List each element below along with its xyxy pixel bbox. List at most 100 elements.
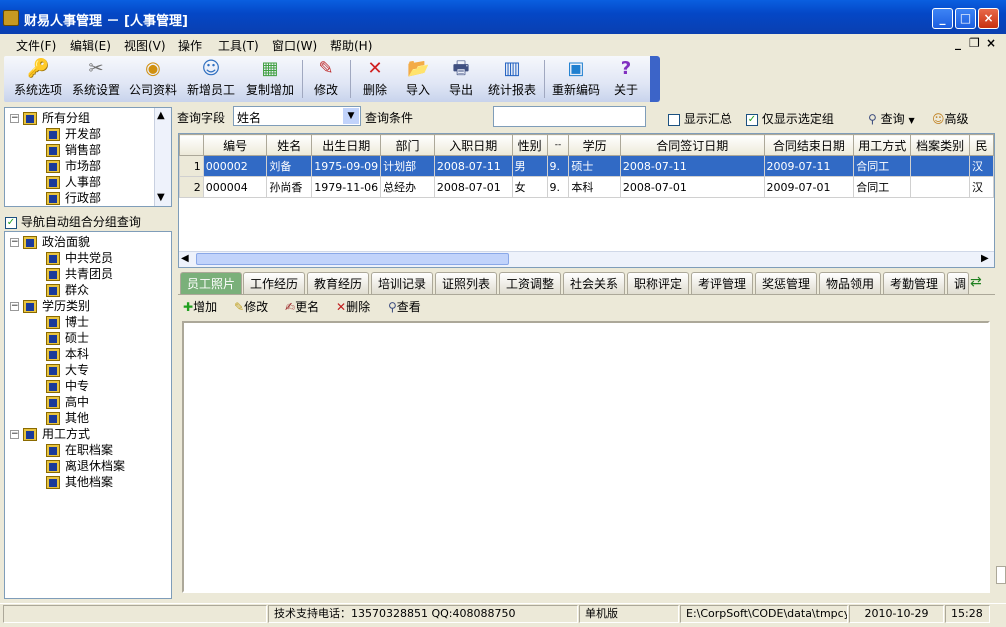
- tree-group[interactable]: − 学历类别: [10, 298, 90, 314]
- cell[interactable]: 2009-07-01: [763, 176, 855, 198]
- column-header[interactable]: 学历: [568, 134, 621, 156]
- tab-rewards[interactable]: 奖惩管理: [755, 272, 818, 294]
- mdi-minimize-button[interactable]: _: [955, 36, 961, 50]
- tree-item[interactable]: 高中: [46, 394, 89, 410]
- menu-tools[interactable]: 工具(T): [218, 37, 259, 54]
- query-field-select[interactable]: 姓名 ▼: [233, 106, 361, 126]
- menu-file[interactable]: 文件(F): [16, 37, 56, 54]
- company-info-button[interactable]: ◉ 公司资料: [127, 58, 179, 100]
- scrollbar-thumb[interactable]: [196, 253, 509, 265]
- cell[interactable]: [910, 176, 971, 198]
- menu-view[interactable]: 视图(V): [124, 37, 166, 54]
- tab-training[interactable]: 培训记录: [371, 272, 434, 294]
- collapse-icon[interactable]: −: [10, 114, 19, 123]
- detail-rename-button[interactable]: ✍更名: [285, 299, 319, 315]
- tab-education[interactable]: 教育经历: [307, 272, 370, 294]
- query-condition-input[interactable]: [493, 106, 646, 127]
- copy-add-button[interactable]: ▦ 复制增加: [244, 58, 296, 100]
- column-header[interactable]: 性别: [511, 134, 548, 156]
- menu-edit[interactable]: 编辑(E): [70, 37, 111, 54]
- column-header[interactable]: 用工方式: [853, 134, 912, 156]
- column-header[interactable]: 出生日期: [311, 134, 382, 156]
- system-settings-button[interactable]: ✂ 系统设置: [70, 58, 122, 100]
- mdi-restore-button[interactable]: ❐: [969, 36, 980, 50]
- export-button[interactable]: 🖶 导出: [443, 58, 479, 100]
- cell[interactable]: 2009-07-11: [763, 155, 855, 177]
- column-header[interactable]: 档案类别: [910, 134, 971, 156]
- side-handle[interactable]: [996, 566, 1006, 584]
- cell[interactable]: 男: [511, 155, 548, 177]
- maximize-button[interactable]: □: [955, 8, 976, 29]
- tree-item-dept[interactable]: 行政部: [46, 190, 101, 206]
- nav-auto-group-checkbox[interactable]: ✓ 导航自动组合分组查询: [5, 213, 141, 230]
- cell[interactable]: 本科: [568, 176, 621, 198]
- column-header[interactable]: 姓名: [266, 134, 313, 156]
- cell[interactable]: 女: [511, 176, 548, 198]
- tree-item-dept[interactable]: 销售部: [46, 142, 101, 158]
- tree-item[interactable]: 本科: [46, 346, 89, 362]
- tab-salary-adjust[interactable]: 工资调整: [499, 272, 562, 294]
- recode-button[interactable]: ▣ 重新编码: [550, 58, 602, 100]
- cell[interactable]: 刘备: [266, 155, 313, 177]
- dropdown-arrow-icon[interactable]: ▼: [908, 116, 914, 125]
- cell[interactable]: 2008-07-11: [433, 155, 513, 177]
- delete-button[interactable]: ✕ 删除: [357, 58, 393, 100]
- table-row[interactable]: 1 000002 刘备 1975-09-09 计划部 2008-07-11 男 …: [179, 155, 994, 177]
- cell[interactable]: 计划部: [380, 155, 435, 177]
- about-button[interactable]: ? 关于: [608, 58, 644, 100]
- add-employee-button[interactable]: ☺ 新增员工: [185, 58, 237, 100]
- tree-item[interactable]: 离退休档案: [46, 458, 125, 474]
- tree-item[interactable]: 在职档案: [46, 442, 113, 458]
- cell[interactable]: 2008-07-11: [619, 155, 765, 177]
- cell[interactable]: 硕士: [568, 155, 621, 177]
- tree-root[interactable]: − 所有分组: [10, 110, 90, 126]
- column-header[interactable]: 合同签订日期: [619, 134, 765, 156]
- tab-certificates[interactable]: 证照列表: [435, 272, 498, 294]
- cell[interactable]: 2008-07-01: [433, 176, 513, 198]
- query-button[interactable]: ⚲ 查询 ▼: [868, 110, 915, 127]
- column-header[interactable]: 部门: [380, 134, 435, 156]
- only-selected-group-checkbox[interactable]: ✓ 仅显示选定组: [746, 110, 834, 127]
- detail-view-button[interactable]: ⚲查看: [388, 299, 421, 315]
- tree-item[interactable]: 群众: [46, 282, 89, 298]
- tab-scroll-icon[interactable]: ⇄: [970, 274, 982, 290]
- tab-appraisal[interactable]: 考评管理: [691, 272, 754, 294]
- tab-work-history[interactable]: 工作经历: [243, 272, 306, 294]
- menu-window[interactable]: 窗口(W): [272, 37, 317, 54]
- column-header[interactable]: 民: [969, 134, 994, 156]
- scroll-right-icon[interactable]: ▶: [981, 253, 989, 264]
- tree-item[interactable]: 共青团员: [46, 266, 113, 282]
- cell[interactable]: 合同工: [853, 176, 912, 198]
- cell[interactable]: 2008-07-01: [619, 176, 765, 198]
- tab-attendance[interactable]: 考勤管理: [883, 272, 946, 294]
- cell[interactable]: 汉: [969, 176, 994, 198]
- cell[interactable]: 000002: [202, 155, 268, 177]
- column-header[interactable]: 编号: [202, 134, 268, 156]
- close-button[interactable]: ×: [978, 8, 999, 29]
- detail-edit-button[interactable]: ✎修改: [234, 299, 268, 315]
- menu-operate[interactable]: 操作: [178, 37, 202, 54]
- tab-items[interactable]: 物品领用: [819, 272, 882, 294]
- collapse-icon[interactable]: −: [10, 302, 19, 311]
- tree-item[interactable]: 其他档案: [46, 474, 113, 490]
- collapse-icon[interactable]: −: [10, 238, 19, 247]
- scroll-left-icon[interactable]: ◀: [181, 253, 189, 264]
- cell[interactable]: 1979-11-06: [311, 176, 382, 198]
- column-header[interactable]: 入职日期: [433, 134, 513, 156]
- tab-photo[interactable]: 员工照片: [180, 272, 243, 294]
- tab-title-eval[interactable]: 职称评定: [627, 272, 690, 294]
- tree-item[interactable]: 中共党员: [46, 250, 113, 266]
- tree-item-dept[interactable]: 市场部: [46, 158, 101, 174]
- table-row[interactable]: 2 000004 孙尚香 1979-11-06 总经办 2008-07-01 女…: [179, 176, 994, 198]
- detail-delete-button[interactable]: ✕删除: [336, 299, 370, 315]
- system-options-button[interactable]: 🔑 系统选项: [12, 58, 64, 100]
- tab-more[interactable]: 调: [947, 272, 969, 294]
- cell[interactable]: 孙尚香: [266, 176, 313, 198]
- tree-item-dept[interactable]: 开发部: [46, 126, 101, 142]
- tree-group[interactable]: − 用工方式: [10, 426, 90, 442]
- cell[interactable]: 9.: [546, 176, 570, 198]
- tree-item[interactable]: 硕士: [46, 330, 89, 346]
- mdi-close-button[interactable]: ×: [986, 36, 996, 50]
- tree-item[interactable]: 大专: [46, 362, 89, 378]
- tree-item[interactable]: 博士: [46, 314, 89, 330]
